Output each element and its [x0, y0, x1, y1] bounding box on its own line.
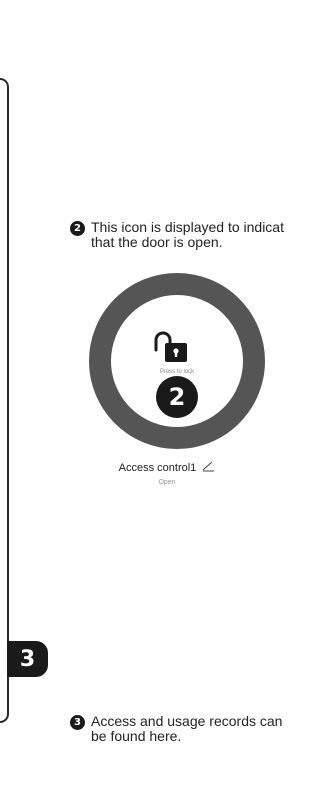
door-status: Open — [158, 479, 176, 486]
edit-pencil-icon[interactable] — [201, 460, 215, 472]
callout-line-2: that the door is open. — [91, 234, 223, 250]
callout-number-badge: 3 — [70, 715, 85, 730]
ring-step-badge: 2 — [156, 376, 198, 418]
step-marker-records: 3 — [0, 641, 50, 677]
press-to-lock-label: Press to lock — [159, 369, 195, 375]
callout-line-2: be found here. — [91, 728, 182, 744]
callout-number-badge: 2 — [70, 221, 85, 236]
callout-line-1: This icon is displayed to indicat — [91, 219, 284, 235]
callout-text: This icon is displayed to indicat that t… — [91, 220, 284, 250]
unlocked-padlock-icon — [154, 331, 187, 362]
device-name-row: Access control1 — [0, 460, 334, 474]
phone-frame-edge — [0, 78, 9, 723]
device-name: Access control1 — [118, 462, 197, 474]
callout-text: Access and usage records can be found he… — [91, 714, 282, 744]
step-marker-number: 3 — [7, 641, 48, 677]
lock-toggle-ring[interactable]: Press to lock 2 — [88, 272, 266, 450]
callout-line-1: Access and usage records can — [91, 713, 283, 729]
